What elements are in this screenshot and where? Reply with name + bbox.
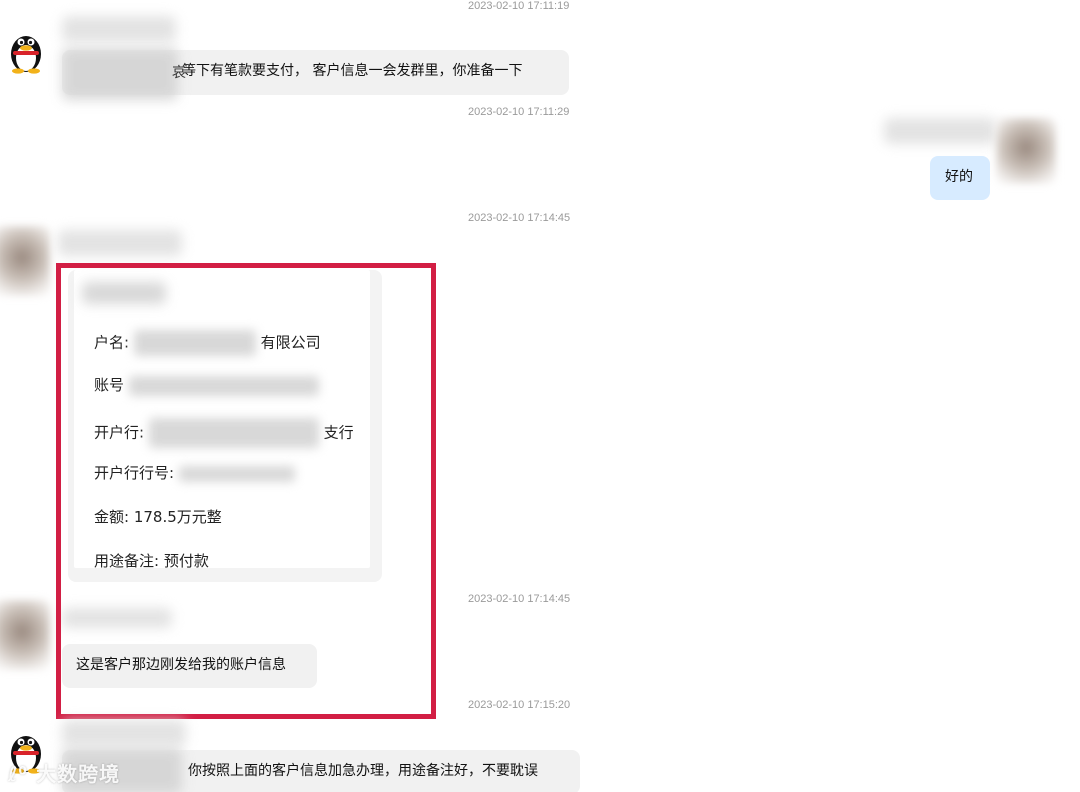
sender-avatar[interactable] xyxy=(0,600,50,670)
timestamp: 2023-02-10 17:11:29 xyxy=(468,106,570,118)
user-avatar[interactable] xyxy=(996,118,1056,184)
timestamp: 2023-02-10 17:11:19 xyxy=(468,0,570,12)
message-text: 等下有笔款要支付， 客户信息一会发群里，你准备一下 xyxy=(182,63,523,79)
timestamp: 2023-02-10 17:14:45 xyxy=(468,212,571,224)
redacted-text xyxy=(62,48,178,100)
sender-name-redacted xyxy=(62,720,186,746)
timestamp: 2023-02-10 17:15:20 xyxy=(468,699,571,711)
sender-avatar[interactable] xyxy=(0,226,50,296)
sender-name-redacted xyxy=(58,230,182,256)
sender-name-redacted xyxy=(62,16,176,42)
watermark-text: 大数跨境 xyxy=(36,762,121,786)
highlight-annotation-box xyxy=(56,263,436,719)
qq-penguin-avatar-icon[interactable] xyxy=(6,28,46,74)
chat-window: 2023-02-10 17:11:19 等下有笔款要支付， 客户信息一会发群里，… xyxy=(0,0,1080,792)
watermark: ℓ⁰ 大数跨境 xyxy=(8,758,120,787)
message-text: 好的 xyxy=(945,169,973,185)
timestamp: 2023-02-10 17:14:45 xyxy=(468,593,571,605)
message-bubble-self[interactable]: 好的 xyxy=(930,156,990,200)
sender-name-redacted xyxy=(884,118,996,144)
message-text-fragment: 哀 xyxy=(172,65,186,81)
watermark-logo-icon: ℓ⁰ xyxy=(8,762,29,786)
message-text: 你按照上面的客户信息加急办理，用途备注好，不要耽误 xyxy=(188,763,538,779)
